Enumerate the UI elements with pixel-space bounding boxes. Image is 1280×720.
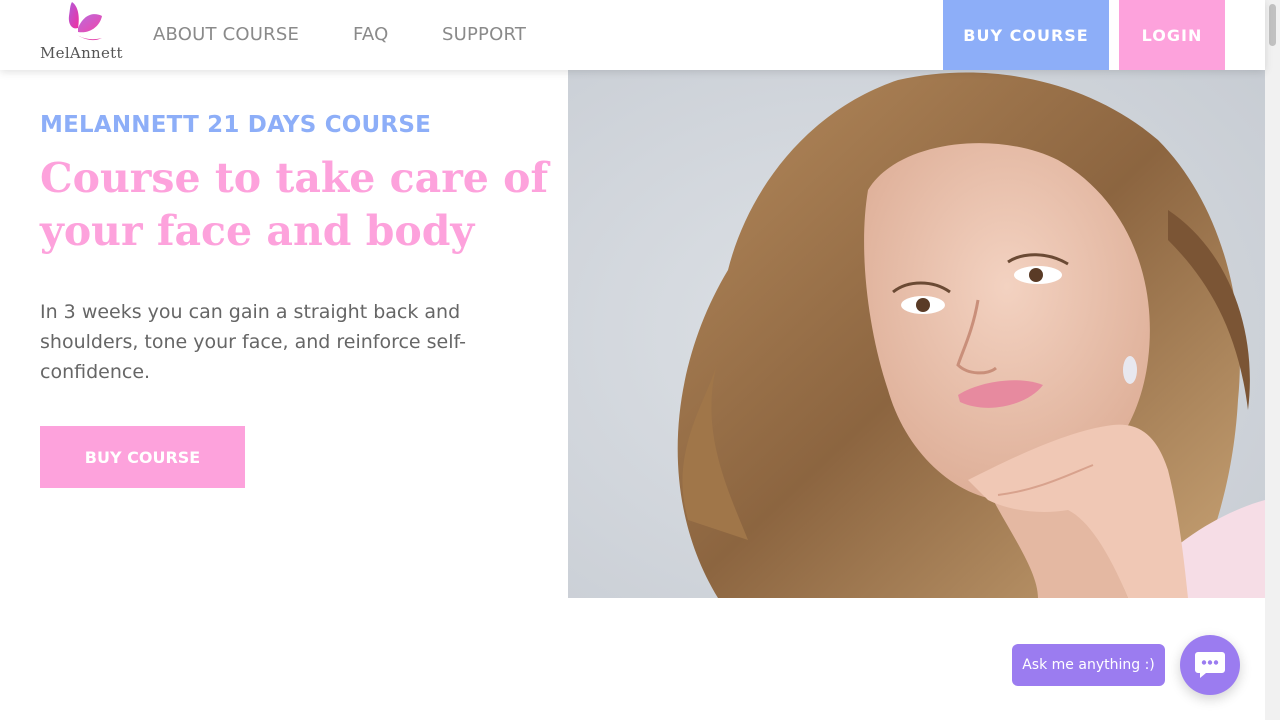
- nav-support[interactable]: SUPPORT: [442, 24, 526, 45]
- site-header: MelAnnett ABOUT COURSE FAQ SUPPORT BUY C…: [0, 0, 1265, 70]
- header-buy-course-button[interactable]: BUY COURSE: [943, 0, 1109, 70]
- butterfly-icon: [68, 2, 102, 41]
- chat-launcher-button[interactable]: [1180, 635, 1240, 695]
- hero-title: Course to take care of your face and bod…: [40, 154, 549, 255]
- brand-logo[interactable]: MelAnnett: [40, 0, 130, 66]
- scrollbar-thumb[interactable]: [1269, 4, 1276, 46]
- hero-buy-course-button[interactable]: BUY COURSE: [40, 426, 245, 488]
- page-scrollbar[interactable]: [1265, 0, 1280, 720]
- brand-name: MelAnnett: [40, 44, 123, 62]
- hero-description: In 3 weeks you can gain a straight back …: [40, 301, 467, 383]
- course-eyebrow: MELANNETT 21 DAYS COURSE: [40, 112, 432, 138]
- chat-prompt-bubble[interactable]: Ask me anything :): [1012, 644, 1165, 686]
- login-button[interactable]: LOGIN: [1119, 0, 1225, 70]
- nav-faq[interactable]: FAQ: [353, 24, 388, 45]
- hero-image: [568, 70, 1265, 598]
- chat-icon: [1195, 652, 1225, 678]
- nav-about-course[interactable]: ABOUT COURSE: [153, 24, 299, 45]
- hero-portrait: [568, 70, 1265, 598]
